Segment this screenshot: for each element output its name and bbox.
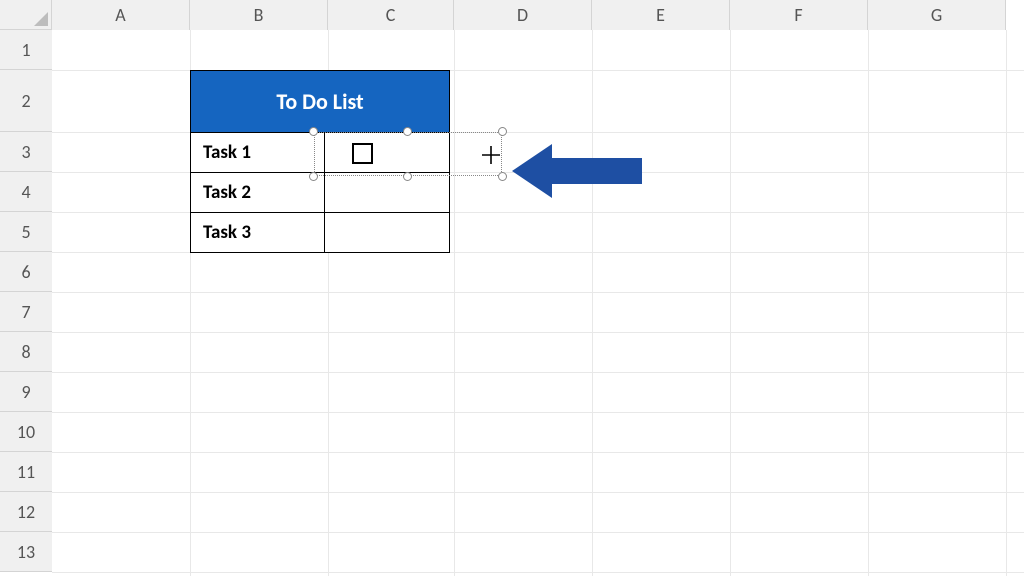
row-header-7[interactable]: 7 xyxy=(0,292,52,332)
row-header-6[interactable]: 6 xyxy=(0,252,52,292)
resize-handle[interactable] xyxy=(403,172,412,181)
gridline xyxy=(592,30,593,576)
row-headers: 1 2 3 4 5 6 7 8 9 10 11 12 13 xyxy=(0,30,52,572)
gridline xyxy=(52,332,1024,333)
todo-title[interactable]: To Do List xyxy=(191,71,450,133)
resize-handle[interactable] xyxy=(498,172,507,181)
selection-border xyxy=(314,132,502,176)
row-header-13[interactable]: 13 xyxy=(0,532,52,572)
column-headers: A B C D E F G xyxy=(52,0,1006,30)
row-header-1[interactable]: 1 xyxy=(0,30,52,70)
col-header-f[interactable]: F xyxy=(730,0,868,30)
resize-handle[interactable] xyxy=(309,127,318,136)
col-header-c[interactable]: C xyxy=(328,0,454,30)
row-header-11[interactable]: 11 xyxy=(0,452,52,492)
gridline xyxy=(52,532,1024,533)
select-all-triangle-icon xyxy=(34,12,48,26)
col-header-b[interactable]: B xyxy=(190,0,328,30)
gridline xyxy=(868,30,869,576)
gridline xyxy=(52,572,1024,573)
resize-handle[interactable] xyxy=(309,172,318,181)
arrow-left-icon xyxy=(512,144,642,198)
check-cell[interactable] xyxy=(324,213,449,253)
gridline xyxy=(730,30,731,576)
task-cell[interactable]: Task 2 xyxy=(191,173,325,213)
gridline xyxy=(52,492,1024,493)
col-header-a[interactable]: A xyxy=(52,0,190,30)
col-header-g[interactable]: G xyxy=(868,0,1006,30)
checkbox-form-control[interactable] xyxy=(314,132,502,176)
spreadsheet-grid: A B C D E F G 1 2 3 4 5 6 7 8 9 10 11 12… xyxy=(0,0,1024,576)
col-header-e[interactable]: E xyxy=(592,0,730,30)
row-header-2[interactable]: 2 xyxy=(0,70,52,132)
table-row: Task 3 xyxy=(191,213,450,253)
task-cell[interactable]: Task 1 xyxy=(191,133,325,173)
gridline xyxy=(1006,30,1007,576)
row-header-4[interactable]: 4 xyxy=(0,172,52,212)
row-header-9[interactable]: 9 xyxy=(0,372,52,412)
task-cell[interactable]: Task 3 xyxy=(191,213,325,253)
gridline xyxy=(454,30,455,576)
checkbox-icon[interactable] xyxy=(352,143,373,164)
row-header-3[interactable]: 3 xyxy=(0,132,52,172)
resize-handle[interactable] xyxy=(498,127,507,136)
row-header-5[interactable]: 5 xyxy=(0,212,52,252)
gridline xyxy=(52,412,1024,413)
row-header-12[interactable]: 12 xyxy=(0,492,52,532)
check-cell[interactable] xyxy=(324,173,449,213)
row-header-10[interactable]: 10 xyxy=(0,412,52,452)
resize-handle[interactable] xyxy=(403,127,412,136)
gridline xyxy=(52,292,1024,293)
col-header-d[interactable]: D xyxy=(454,0,592,30)
gridline xyxy=(52,452,1024,453)
select-all-corner[interactable] xyxy=(0,0,52,30)
row-header-8[interactable]: 8 xyxy=(0,332,52,372)
gridline xyxy=(52,372,1024,373)
